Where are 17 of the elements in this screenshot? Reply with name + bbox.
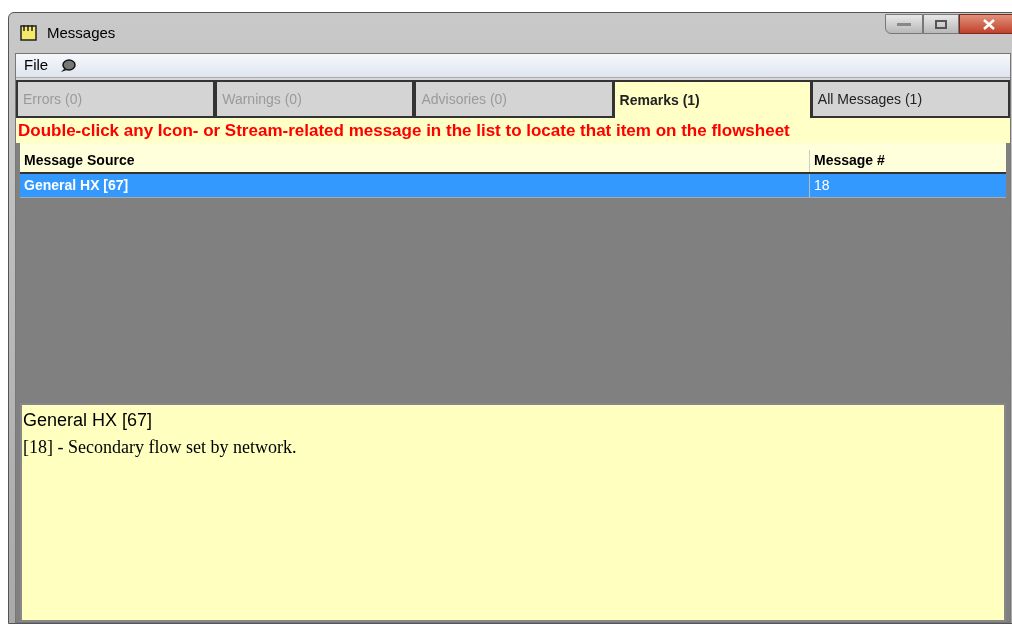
menu-item[interactable]: File — [24, 54, 49, 77]
table-cell-text: 18 — [813, 176, 831, 195]
minimize-button[interactable] — [885, 14, 923, 34]
window-title: Messages — [47, 22, 116, 43]
detail-text: [18] - Secondary flow set by network. — [23, 436, 298, 459]
column-header[interactable]: Message Source — [20, 150, 810, 172]
close-icon — [983, 18, 995, 30]
maximize-button[interactable] — [923, 14, 959, 34]
balloon-icon[interactable] — [60, 58, 77, 73]
column-header[interactable]: Message # — [810, 150, 1006, 172]
notepad-icon — [19, 24, 39, 42]
tab[interactable]: Remarks (1) — [613, 80, 811, 118]
detail-title: General HX [67] — [23, 409, 154, 432]
table-cell: General HX [67] — [20, 174, 810, 197]
close-button[interactable] — [959, 14, 1012, 34]
tab[interactable]: All Messages (1) — [810, 80, 1010, 118]
hint-text: Double-click any Icon- or Stream-related message in the list to locate that item on the flowsheet — [18, 119, 790, 142]
